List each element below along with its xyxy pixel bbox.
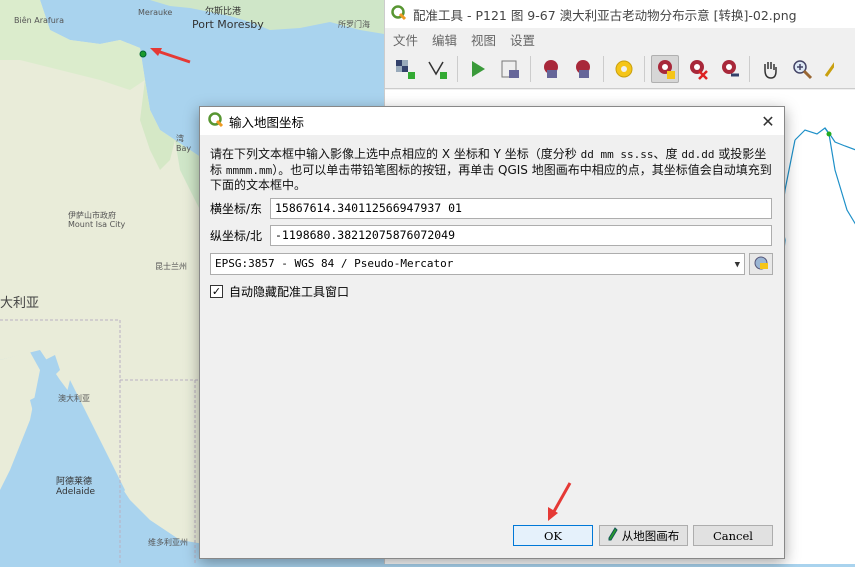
- menu-edit[interactable]: 编辑: [432, 30, 457, 49]
- from-map-canvas-button[interactable]: 从地图画布: [599, 525, 688, 546]
- toolbar-separator: [644, 56, 645, 82]
- crs-select[interactable]: EPSG:3857 - WGS 84 / Pseudo-Mercator ▼: [210, 253, 745, 275]
- open-raster-icon[interactable]: [391, 55, 419, 83]
- load-gcp-icon[interactable]: [537, 55, 565, 83]
- description-text: 、度: [653, 147, 682, 161]
- label-mount-isa: Mount Isa City: [68, 220, 126, 229]
- close-icon[interactable]: ✕: [758, 111, 778, 131]
- label-adelaide-cn: 阿德莱德: [56, 477, 93, 487]
- open-vector-icon[interactable]: [423, 55, 451, 83]
- label-mount-isa-cn: 伊萨山市政府: [68, 211, 116, 220]
- toolbar-separator: [457, 56, 458, 82]
- label-south-australia: 澳大利亚: [58, 394, 90, 403]
- ok-button[interactable]: OK: [513, 525, 593, 546]
- transformation-settings-icon[interactable]: [610, 55, 638, 83]
- dialog-titlebar: 输入地图坐标 ✕: [200, 107, 784, 135]
- enter-map-coordinates-dialog: 输入地图坐标 ✕ 请在下列文本框中输入影像上选中点相应的 X 坐标和 Y 坐标（…: [199, 106, 785, 559]
- label-adelaide: Adelaide: [56, 487, 96, 497]
- red-arrow-annotation: [548, 482, 572, 521]
- description-dd: dd.dd: [681, 148, 715, 161]
- label-port-moresby-cn: 尔斯比港: [205, 7, 242, 17]
- label-australia: 大利亚: [0, 296, 40, 311]
- y-coordinate-row: 纵坐标/北: [210, 224, 270, 246]
- x-coordinate-label: 横坐标/东: [210, 201, 263, 216]
- toolbar-separator: [749, 56, 750, 82]
- georeferencer-toolbar: [385, 50, 855, 89]
- description-text: 请在下列文本框中输入影像上选中点相应的 X 坐标和 Y 坐标（度分秒: [210, 147, 581, 161]
- label-port-moresby: Port Moresby: [192, 18, 264, 31]
- y-coordinate-label: 纵坐标/北: [210, 228, 263, 243]
- cancel-button[interactable]: Cancel: [693, 525, 773, 546]
- toolbar-separator: [603, 56, 604, 82]
- menu-view[interactable]: 视图: [471, 30, 496, 49]
- toolbar-separator: [530, 56, 531, 82]
- qgis-logo-icon: [391, 4, 407, 24]
- y-coordinate-input[interactable]: -1198680.38212075876072049: [270, 225, 772, 246]
- generate-script-icon[interactable]: [496, 55, 524, 83]
- add-point-icon[interactable]: [651, 55, 679, 83]
- dialog-title: 输入地图坐标: [229, 114, 305, 130]
- x-coordinate-row: 横坐标/东: [210, 197, 270, 219]
- save-gcp-icon[interactable]: [569, 55, 597, 83]
- zoom-out-icon[interactable]: [820, 55, 834, 83]
- georeferencer-title: 配准工具 - P121 图 9-67 澳大利亚古老动物分布示意 [转换]-02.…: [413, 7, 797, 23]
- label-arafura: Biên Arafura: [14, 16, 64, 25]
- autohide-checkbox[interactable]: ✓: [210, 285, 223, 298]
- select-crs-globe-button[interactable]: [749, 253, 773, 275]
- from-map-canvas-label: 从地图画布: [621, 528, 680, 543]
- description-mm: mmmm.mm: [225, 163, 273, 177]
- label-queensland: 昆士兰州: [155, 262, 187, 271]
- dialog-description: 请在下列文本框中输入影像上选中点相应的 X 坐标和 Y 坐标（度分秒 dd mm…: [210, 147, 776, 193]
- chevron-down-icon: ▼: [734, 260, 740, 270]
- pan-hand-icon[interactable]: [756, 55, 784, 83]
- label-victoria: 维多利亚州: [148, 538, 188, 547]
- description-text: ）。也可以单击带铅笔图标的按钮，再单击 QGIS 地图画布中相应的点，其坐标值会…: [210, 162, 772, 193]
- georeferencer-titlebar: 配准工具 - P121 图 9-67 澳大利亚古老动物分布示意 [转换]-02.…: [385, 0, 855, 28]
- move-point-icon[interactable]: [715, 55, 743, 83]
- red-arrow-annotation: [150, 48, 191, 64]
- qgis-logo-icon: [208, 111, 224, 131]
- georeferencer-menubar: 文件 编辑 视图 设置: [385, 28, 855, 50]
- menu-file[interactable]: 文件: [393, 30, 418, 49]
- description-dms: dd mm ss.ss: [580, 148, 654, 161]
- zoom-in-icon[interactable]: [788, 55, 816, 83]
- delete-point-icon[interactable]: [683, 55, 711, 83]
- x-coordinate-input[interactable]: 15867614.340112566947937 01: [270, 198, 772, 219]
- menu-settings[interactable]: 设置: [510, 30, 535, 49]
- globe-icon: [753, 255, 769, 274]
- autohide-label: 自动隐藏配准工具窗口: [229, 285, 350, 299]
- crs-selected-value: EPSG:3857 - WGS 84 / Pseudo-Mercator: [215, 257, 454, 270]
- label-solomon-sea: 所罗门海: [338, 20, 370, 29]
- label-east-bay-en: Bay: [176, 144, 192, 153]
- autohide-checkbox-row[interactable]: ✓ 自动隐藏配准工具窗口: [210, 283, 349, 300]
- label-east-bay: 湾: [176, 134, 184, 143]
- start-georeferencing-icon[interactable]: [464, 55, 492, 83]
- label-merauke: Merauke: [138, 8, 173, 17]
- pencil-icon: [608, 527, 618, 544]
